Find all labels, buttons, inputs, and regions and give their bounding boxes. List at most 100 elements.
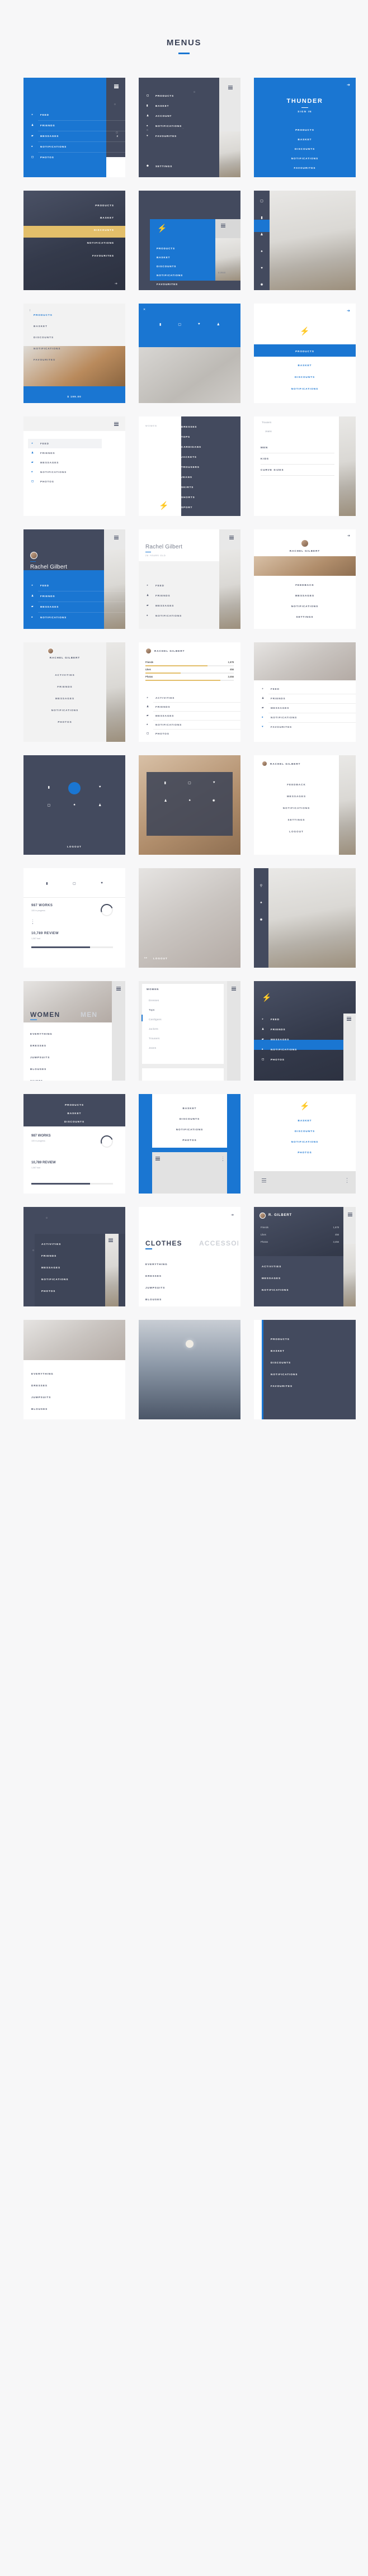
card-profile-white[interactable]: Rachel Gilbert 28 YEARS OLD ◕ FEED ♟ FRIEN… [139,529,240,629]
menu-item[interactable]: FRIENDS [41,1250,125,1262]
menu-item[interactable]: Trousers [149,1034,240,1043]
avatar[interactable] [260,1212,266,1219]
card-social-blue[interactable]: ◕ FEED ♟ FRIENDS ▰ MESSAGES 2 ♠ NOTIFICATIONS… [23,77,125,177]
card-stats-works[interactable]: ▮ ▢ ♥ 987 WORKS 105 in progress 10,789 R… [23,868,125,968]
menu-item[interactable]: EVERYTHING [30,1028,125,1040]
menu-item[interactable]: Jeans [149,1043,240,1053]
menu-item[interactable]: Cardigans [149,1015,240,1024]
heart-icon[interactable]: ♥ [254,262,270,274]
card-white-blue-menu[interactable]: ⚡ BASKET DISCOUNTS NOTIFICATIONS PHOTOS [254,1093,356,1194]
logout-button[interactable]: LOGOUT [23,845,125,848]
menu-item[interactable]: Jackets [149,1024,240,1034]
social-menu[interactable]: ◕ FEED ♟ FRIENDS ▰ MESSAGES ♠ NOTIFICATIONS [23,581,125,623]
menu-item[interactable]: DISCOUNTS [254,144,356,154]
close-icon[interactable]: ✕ [143,308,145,311]
menu-item[interactable]: FRIENDS [23,681,106,693]
shop-menu[interactable]: BASKET DISCOUNTS NOTIFICATIONS PHOTOS [139,1103,240,1145]
card-shop-dark[interactable]: + ▢ PRODUCTS ▮ BASKET ♟ ACCOUNT ♠ NOTIFICATI… [139,77,240,177]
shop-menu[interactable]: PRODUCTS BASKET DISCOUNTS NOTIFICATIONS … [157,244,240,289]
brand-menu[interactable]: PRODUCTS BASKET DISCOUNTS NOTIFICATIONS … [254,125,356,173]
shop-menu[interactable]: PRODUCTS BASKET DISCOUNTS NOTIFICATIONS … [271,1333,356,1392]
menu-item[interactable]: FAVOURITES [34,353,125,364]
pin-icon[interactable]: ⚲ [254,884,268,888]
menu-item[interactable]: SKIRTS [30,1075,125,1081]
heart-icon[interactable]: ♥ [198,323,200,326]
card-blue-overlay-shop[interactable]: ⚡ PRODUCTS BASKET DISCOUNTS NOTIFICATION… [139,190,240,290]
bag-icon[interactable]: ▮ [254,212,270,224]
avatar[interactable] [301,539,309,547]
card-profile-stats-dark[interactable]: R. GILBERT Friends 1,678 Likes 456 Photos 3… [254,1206,356,1306]
menu-item[interactable]: BASKET [271,1345,356,1357]
gear-icon[interactable]: ✺ [213,799,215,803]
gender-item[interactable]: KIDS [261,453,334,465]
menu-item[interactable]: BLOUSES [30,1063,125,1075]
logout-icon[interactable]: ↦ [144,956,147,960]
menu-item[interactable]: JUMPSUITS [145,1282,240,1294]
menu-item[interactable]: FEEDBACK [254,779,339,790]
arrow-right-icon[interactable]: ➔ [347,534,350,538]
card-brand-signin[interactable]: ➔ THUNDER SIGN IN PRODUCTS BASKET DISCOU… [254,77,356,177]
card-dark-drawer-profile[interactable]: ACTIVITIES FRIENDS MESSAGES NOTIFICATION… [23,1206,125,1306]
shop-menu[interactable]: ▢ PRODUCTS ▮ BASKET ♟ ACCOUNT ♠ NOTIFICATION… [139,91,240,141]
card-stats-panel[interactable]: RACHEL GILBERT Friends 1,678 Likes 456 Pho… [139,642,240,742]
card-category-dark-drawer[interactable]: WOMEN DRESSES TOPS CARDIGANS JACKETS TRO… [139,416,240,516]
menu-item[interactable]: DISCOUNTS [23,225,125,235]
card-blue-side-menu[interactable]: PRODUCTS BASKET DISCOUNTS NOTIFICATIONS … [254,1319,356,1419]
menu-item[interactable]: DISCOUNTS [254,371,356,383]
more-vertical-icon[interactable] [32,919,34,925]
bell-icon[interactable]: ♠ [254,901,268,905]
gender-item[interactable]: MEN [261,442,334,453]
card-gender-list[interactable]: Trousers Jeans MEN KIDS CURVE SIZES [254,416,356,516]
gender-item[interactable]: CURVE SIZES [261,465,334,476]
menu-item[interactable]: MESSAGES [41,1262,125,1273]
menu-item[interactable]: NOTIFICATIONS [254,154,356,163]
menu-item[interactable]: Dresses [149,996,240,1005]
profile-menu[interactable]: ACTIVITIES MESSAGES NOTIFICATIONS [262,1261,356,1296]
card-blue-frame-menu[interactable]: BASKET DISCOUNTS NOTIFICATIONS PHOTOS [139,1093,240,1194]
hamburger-menu-icon[interactable] [232,986,236,992]
profile-menu[interactable]: ◕ ACTIVITIES ♟ FRIENDS ▰ MESSAGES ♠ NOTIFICA… [139,694,240,738]
signin-link[interactable]: SIGN IN [254,110,356,113]
settings-menu-item[interactable]: ✺ SETTINGS [139,162,172,172]
menu-item[interactable]: NOTIFICATIONS [23,704,106,716]
menu-item[interactable]: FAVOURITES [254,163,356,173]
menu-item[interactable]: BASKET [23,210,125,225]
card-vertical-iconrail[interactable]: ⚲ ♠ ✺ [254,868,356,968]
menu-item[interactable]: MESSAGES [254,790,339,802]
women-items[interactable]: EVERYTHING DRESSES JUMPSUITS BLOUSES SKI… [30,1028,125,1081]
menu-item[interactable]: FAVOURITES [23,248,125,261]
menu-item[interactable]: PRODUCTS [271,1333,356,1345]
menu-item[interactable]: NOTIFICATIONS [254,1137,356,1147]
hamburger-menu-icon[interactable] [228,85,233,91]
menu-item[interactable]: NOTIFICATIONS [271,1368,356,1380]
card-profile-feedback[interactable]: ➔ RACHEL GILBERT FEEDBACK MESSAGES NOTIF… [254,529,356,629]
card-white-bolt-menu[interactable]: ➔ ⚡ PRODUCTS BASKET DISCOUNTS NOTIFICATI… [254,303,356,403]
card-clothes-tabs[interactable]: ➔ CLOTHES ACCESSORIES EVERYTHING DRESSES… [139,1206,240,1306]
more-vertical-icon[interactable] [223,1156,224,1162]
menu-item[interactable]: ACTIVITIES [41,1238,125,1250]
hamburger-menu-icon[interactable] [155,1156,160,1162]
lock-icon[interactable]: ▮ [48,785,50,789]
social-menu[interactable]: ◕ FEED ♟ FRIENDS ▰ MESSAGES ♠ NOTIFICATIONS … [254,1015,356,1065]
lock-icon[interactable]: ▮ [164,781,166,785]
menu-item[interactable]: BASKET [254,359,356,371]
menu-item[interactable]: ACTIVITIES [23,669,106,681]
women-items[interactable]: EVERYTHING DRESSES JUMPSUITS BLOUSES [145,1258,240,1305]
social-menu[interactable]: ◕ FEED ♟ FRIENDS ▰ MESSAGES ♠ NOTIFICATIONS … [254,685,356,732]
card-desk-shop[interactable]: ↑ PRODUCTS BASKET DISCOUNTS NOTIFICATION… [23,303,125,403]
menu-item[interactable]: NOTIFICATIONS [254,802,339,814]
menu-item[interactable]: LOGOUT [254,826,339,837]
logout-button[interactable]: LOGOUT [153,957,168,960]
bell-icon[interactable]: ♠ [254,245,270,258]
menu-item[interactable]: DISCOUNTS [271,1357,356,1368]
menu-item[interactable]: NOTIFICATIONS [254,383,356,395]
hamburger-menu-icon[interactable] [262,1178,266,1183]
bell-icon[interactable]: ♠ [74,803,76,807]
shop-menu[interactable]: PRODUCTS BASKET DISCOUNTS [23,1101,125,1126]
photo-icon[interactable]: ▢ [254,195,270,207]
social-menu[interactable]: ◕ FEED ♟ FRIENDS ▰ MESSAGES ♠ NOTIFICATIONS … [23,439,125,486]
lock-icon[interactable]: ▮ [159,323,161,326]
menu-item[interactable]: BASKET [23,1109,125,1117]
menu-item[interactable]: PRODUCTS [254,125,356,135]
avatar[interactable] [30,551,37,559]
